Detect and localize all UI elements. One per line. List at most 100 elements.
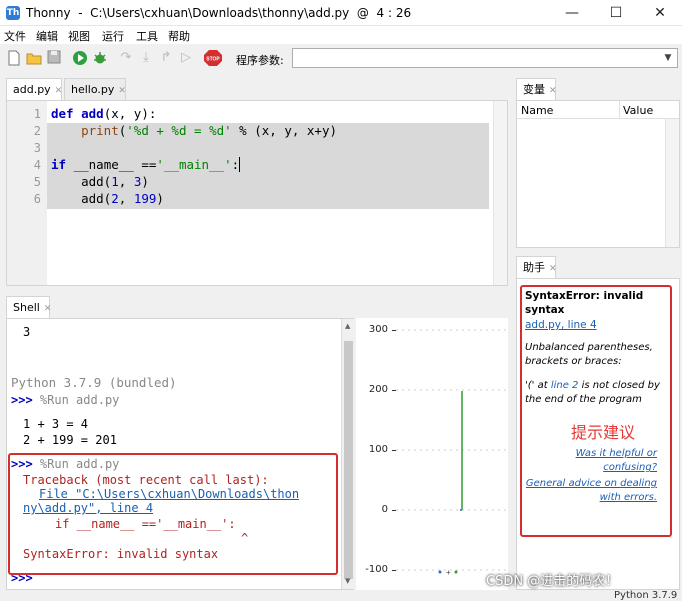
step-into-icon[interactable]: ⤓ — [138, 50, 154, 66]
variables-col-value[interactable]: Value — [623, 104, 653, 117]
close-tab-icon[interactable]: ✕ — [55, 86, 63, 96]
save-file-icon[interactable] — [46, 50, 62, 66]
line-number: 1 — [33, 107, 41, 121]
menu-tools[interactable]: 工具 — [136, 28, 158, 44]
tab-label: add.py — [13, 83, 51, 96]
menu-edit[interactable]: 编辑 — [36, 28, 58, 44]
shell-input-prompt[interactable]: >>> — [11, 571, 33, 585]
maximize-button[interactable]: ☐ — [594, 0, 638, 26]
help-explanation: Unbalanced parentheses, brackets or brac… — [525, 342, 653, 367]
shell-prompt: >>> — [11, 393, 33, 407]
tab-hello-py[interactable]: hello.py ✕ — [64, 78, 126, 100]
traceback-error: SyntaxError: invalid syntax — [23, 547, 219, 561]
line-number: 3 — [33, 141, 41, 155]
debug-icon[interactable] — [92, 50, 108, 66]
scroll-up-icon[interactable]: ▲ — [345, 322, 350, 330]
menu-run[interactable]: 运行 — [102, 28, 124, 44]
help-tabs: 助手 ✕ — [516, 256, 680, 278]
tab-add-py[interactable]: add.py ✕ — [6, 78, 62, 100]
shell-console[interactable]: 3 Python 3.7.9 (bundled) >>> %Run add.py… — [6, 318, 354, 590]
variables-scrollbar[interactable] — [665, 119, 679, 247]
code-line-4[interactable]: if __name__ =='__main__': — [51, 157, 241, 172]
code-line-5[interactable]: add(1, 3) — [51, 174, 149, 189]
plotter-panel: 300 200 100 0 -100 + — [356, 318, 508, 590]
help-feedback-link[interactable]: Was it helpful or confusing? — [525, 447, 657, 475]
shell-prompt-line: >>> %Run add.py — [11, 393, 119, 407]
y-tick-label: -100 — [365, 564, 388, 575]
code-line-1[interactable]: def add(x, y): — [51, 106, 156, 121]
program-args-input[interactable] — [292, 48, 678, 68]
close-tab-icon[interactable]: ✕ — [118, 86, 126, 96]
tab-label: 助手 — [523, 261, 545, 274]
traceback-file-link[interactable]: File "C:\Users\cxhuan\Downloads\thon — [39, 487, 299, 501]
close-tab-icon[interactable]: ✕ — [549, 86, 557, 96]
program-args-label: 程序参数: — [236, 54, 284, 67]
shell-command: %Run add.py — [39, 393, 120, 407]
open-file-icon[interactable] — [26, 50, 42, 66]
help-location-link[interactable]: add.py, line 4 — [525, 319, 597, 331]
tab-label: hello.py — [71, 83, 115, 96]
minimize-button[interactable]: — — [550, 0, 594, 26]
code-line-2[interactable]: print('%d + %d = %d' % (x, y, x+y) — [51, 123, 337, 138]
code-editor[interactable]: 1 2 3 4 5 6 def add(x, y): print('%d + %… — [6, 100, 508, 286]
shell-output: 3 — [23, 325, 31, 339]
tab-variables[interactable]: 变量 ✕ — [516, 78, 557, 100]
tab-label: 变量 — [523, 83, 545, 96]
help-detail: '(' at line 2 is not closed by the end o… — [525, 379, 665, 407]
chevron-down-icon[interactable]: ▼ — [660, 49, 676, 67]
tab-help[interactable]: 助手 ✕ — [516, 256, 557, 278]
shell-prompt: >>> — [11, 457, 33, 471]
shell-scrollbar[interactable]: ▲ ▼ — [341, 319, 354, 589]
variables-tabs: 变量 ✕ — [516, 78, 680, 100]
help-general-advice-link[interactable]: General advice on dealing with errors. — [525, 477, 657, 505]
close-tab-icon[interactable]: ✕ — [549, 264, 557, 274]
variables-col-name[interactable]: Name — [521, 104, 553, 117]
plot-area: + — [396, 329, 508, 577]
watermark: CSDN @进击的码农！ — [486, 574, 619, 589]
help-detail-link[interactable]: line 2 — [551, 380, 579, 391]
help-error-title: SyntaxError: invalid syntax — [525, 290, 644, 316]
shell-output: 2 + 199 = 201 — [23, 433, 117, 447]
shell-output: 1 + 3 = 4 — [23, 417, 89, 431]
line-number: 5 — [33, 175, 41, 189]
help-annotation: 提示建议 — [571, 423, 636, 442]
menu-view[interactable]: 视图 — [68, 28, 90, 44]
resume-icon[interactable]: ▷ — [178, 50, 194, 66]
code-line-3[interactable] — [51, 140, 59, 155]
legend-marker: + — [446, 568, 451, 577]
scroll-down-icon[interactable]: ▼ — [345, 577, 350, 585]
shell-scroll-thumb[interactable] — [344, 341, 353, 579]
menu-help[interactable]: 帮助 — [168, 28, 190, 44]
y-tick-label: 100 — [368, 444, 388, 455]
menu-file[interactable]: 文件 — [4, 28, 26, 44]
shell-version: Python 3.7.9 (bundled) — [11, 375, 177, 390]
new-file-icon[interactable] — [6, 50, 22, 66]
tab-label: Shell — [13, 301, 40, 314]
close-button[interactable]: ✕ — [638, 0, 682, 26]
title-bar: Th Thonny - C:\Users\cxhuan\Downloads\th… — [0, 0, 682, 26]
line-number: 4 — [33, 158, 41, 172]
help-detail-pre: '(' at — [525, 380, 551, 391]
editor-scrollbar[interactable] — [493, 101, 507, 285]
line-number-gutter: 1 2 3 4 5 6 — [7, 101, 47, 285]
shell-tabs: Shell ✕ — [6, 296, 354, 318]
step-out-icon[interactable]: ↱ — [158, 50, 174, 66]
help-panel: SyntaxError: invalid syntax add.py, line… — [516, 278, 680, 590]
close-tab-icon[interactable]: ✕ — [44, 304, 52, 314]
traceback-code: if __name__ =='__main__': — [55, 517, 236, 531]
shell-command: %Run add.py — [39, 457, 120, 471]
thonny-logo-icon: Th — [6, 6, 20, 20]
y-tick-label: 200 — [368, 384, 388, 395]
stop-icon[interactable]: STOP — [204, 50, 222, 66]
line-number: 2 — [33, 124, 41, 138]
step-over-icon[interactable]: ↷ — [118, 50, 134, 66]
code-line-6[interactable]: add(2, 199) — [51, 191, 164, 206]
legend-dot — [454, 570, 458, 574]
traceback-file-link-cont[interactable]: ny\add.py", line 4 — [23, 501, 153, 515]
interpreter-status[interactable]: Python 3.7.9 — [614, 590, 677, 601]
run-icon[interactable] — [72, 50, 88, 66]
shell-prompt-line: >>> %Run add.py — [11, 457, 119, 471]
tab-shell[interactable]: Shell ✕ — [6, 296, 52, 318]
traceback-header: Traceback (most recent call last): — [23, 473, 269, 487]
variables-panel: Name Value — [516, 100, 680, 248]
